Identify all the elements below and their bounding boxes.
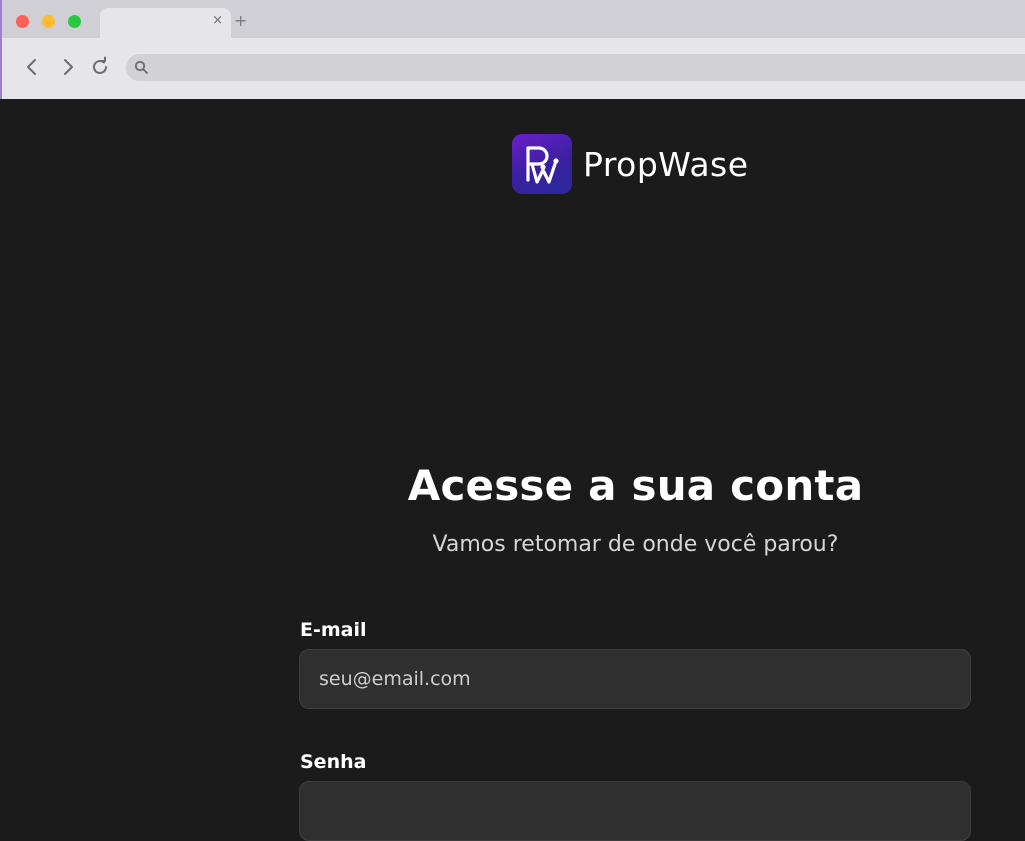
login-page: PropWase Acesse a sua conta Vamos retoma… bbox=[0, 99, 1025, 841]
new-tab-button[interactable]: + bbox=[234, 11, 247, 31]
email-field[interactable] bbox=[299, 649, 971, 709]
minimize-window-button[interactable] bbox=[42, 15, 55, 28]
brand-logo[interactable]: PropWase bbox=[512, 134, 749, 194]
forward-arrow-icon[interactable] bbox=[57, 56, 79, 78]
address-bar[interactable] bbox=[126, 54, 1025, 83]
browser-chrome: × + bbox=[0, 0, 1025, 99]
close-window-button[interactable] bbox=[16, 15, 29, 28]
propwase-logo-icon bbox=[512, 134, 572, 194]
tab-bar: × + bbox=[2, 0, 1025, 38]
tab-close-icon[interactable]: × bbox=[212, 13, 223, 29]
maximize-window-button[interactable] bbox=[68, 15, 81, 28]
browser-toolbar bbox=[2, 38, 1025, 99]
page-title: Acesse a sua conta bbox=[407, 461, 864, 510]
back-arrow-icon[interactable] bbox=[21, 56, 43, 78]
address-input[interactable] bbox=[156, 54, 1020, 83]
reload-icon[interactable] bbox=[89, 56, 111, 78]
password-field[interactable] bbox=[299, 781, 971, 841]
search-icon bbox=[134, 60, 148, 74]
browser-tab[interactable]: × bbox=[100, 8, 231, 38]
page-subtitle: Vamos retomar de onde você parou? bbox=[432, 532, 839, 557]
email-label: E-mail bbox=[300, 619, 367, 641]
brand-name: PropWase bbox=[583, 144, 749, 184]
password-label: Senha bbox=[300, 751, 367, 773]
